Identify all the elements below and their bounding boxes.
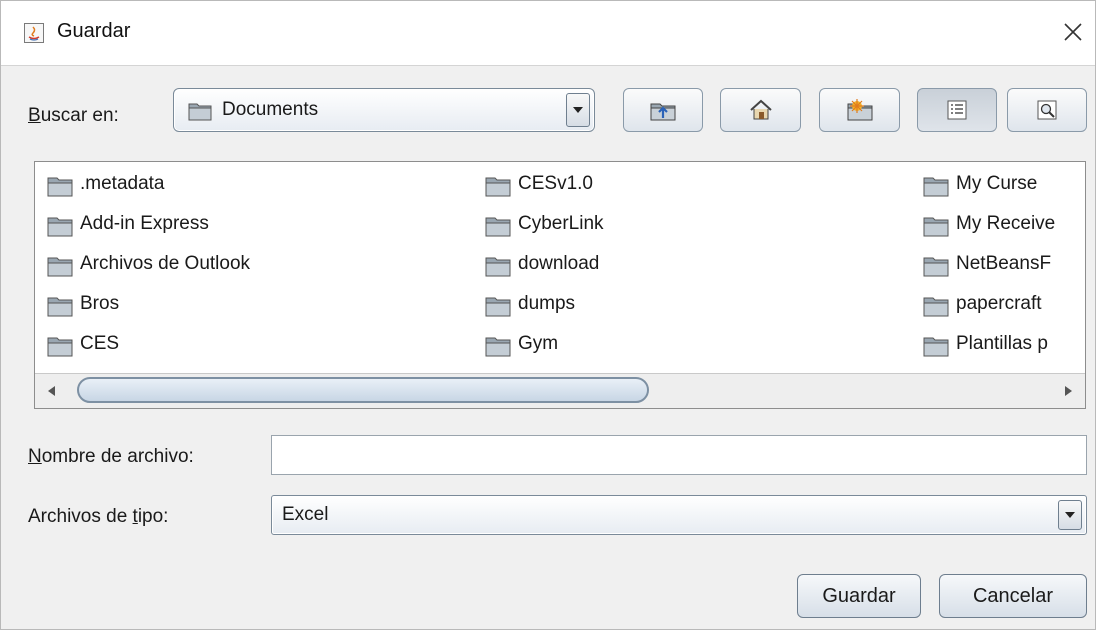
look-in-combobox[interactable]: Documents [173, 88, 595, 132]
folder-icon [485, 297, 511, 317]
save-dialog: Guardar Buscar en: Documents .metadata A… [0, 0, 1096, 630]
folder-icon [923, 257, 949, 277]
file-name: NetBeansF [956, 253, 1052, 274]
file-name: Add-in Express [80, 213, 209, 234]
folder-icon [47, 217, 73, 237]
new-folder-button[interactable] [819, 88, 900, 132]
file-type-value: Excel [282, 504, 329, 525]
file-name-label: Nombre de archivo: [28, 446, 194, 467]
file-name: .metadata [80, 173, 165, 194]
file-name: CESv1.0 [518, 173, 593, 194]
folder-icon [923, 217, 949, 237]
file-name: My Receive [956, 213, 1056, 234]
look-in-dropdown-arrow[interactable] [566, 93, 590, 127]
file-type-combobox[interactable]: Excel [271, 495, 1087, 535]
file-name: Gym [518, 333, 559, 354]
cancel-button[interactable]: Cancelar [939, 574, 1087, 618]
folder-icon [923, 337, 949, 357]
arrow-left-icon [48, 386, 55, 396]
file-name-input[interactable] [271, 435, 1087, 475]
folder-icon [47, 337, 73, 357]
file-name: Plantillas p [956, 333, 1048, 354]
folder-icon [485, 217, 511, 237]
file-name: CES [80, 333, 120, 354]
home-icon [749, 99, 772, 120]
folder-icon [485, 177, 511, 197]
file-name: Archivos de Outlook [80, 253, 251, 274]
horizontal-scrollbar[interactable] [35, 373, 1085, 408]
folder-icon [47, 257, 73, 277]
chevron-down-icon [1065, 512, 1075, 518]
up-one-level-button[interactable] [623, 88, 703, 132]
file-name: download [518, 253, 600, 274]
home-button[interactable] [720, 88, 801, 132]
arrow-right-icon [1065, 386, 1072, 396]
file-type-label: Archivos de tipo: [28, 506, 169, 527]
file-name: dumps [518, 293, 576, 314]
folder-up-icon [650, 103, 676, 121]
look-in-label: Buscar en: [28, 105, 119, 126]
new-folder-icon [847, 99, 872, 121]
file-name: CyberLink [518, 213, 604, 234]
close-button[interactable] [1056, 15, 1090, 49]
folder-icon [47, 297, 73, 317]
details-view-icon [1037, 100, 1057, 120]
file-type-dropdown-arrow[interactable] [1058, 500, 1082, 530]
chevron-down-icon [573, 107, 583, 113]
look-in-value: Documents [222, 99, 319, 120]
scrollbar-thumb[interactable] [77, 377, 649, 403]
scroll-left-button[interactable] [35, 374, 71, 408]
title-bar: Guardar [1, 1, 1095, 66]
file-name: papercraft [956, 293, 1042, 314]
list-view-icon [947, 100, 967, 120]
details-view-button[interactable] [1007, 88, 1087, 132]
save-button[interactable]: Guardar [797, 574, 921, 618]
close-icon [1064, 23, 1082, 41]
window-title: Guardar [57, 20, 131, 42]
file-name: My Curse [956, 173, 1038, 194]
folder-icon [923, 177, 949, 197]
folder-icon [485, 337, 511, 357]
file-name: Bros [80, 293, 120, 314]
folder-icon [47, 177, 73, 197]
list-view-button[interactable] [917, 88, 997, 132]
folder-icon [923, 297, 949, 317]
folder-icon [485, 257, 511, 277]
java-app-icon [24, 23, 44, 43]
folder-icon [188, 103, 212, 121]
scroll-right-button[interactable] [1049, 374, 1085, 408]
file-list[interactable]: .metadata Add-in Express Archivos de Outlo… [34, 161, 1086, 409]
